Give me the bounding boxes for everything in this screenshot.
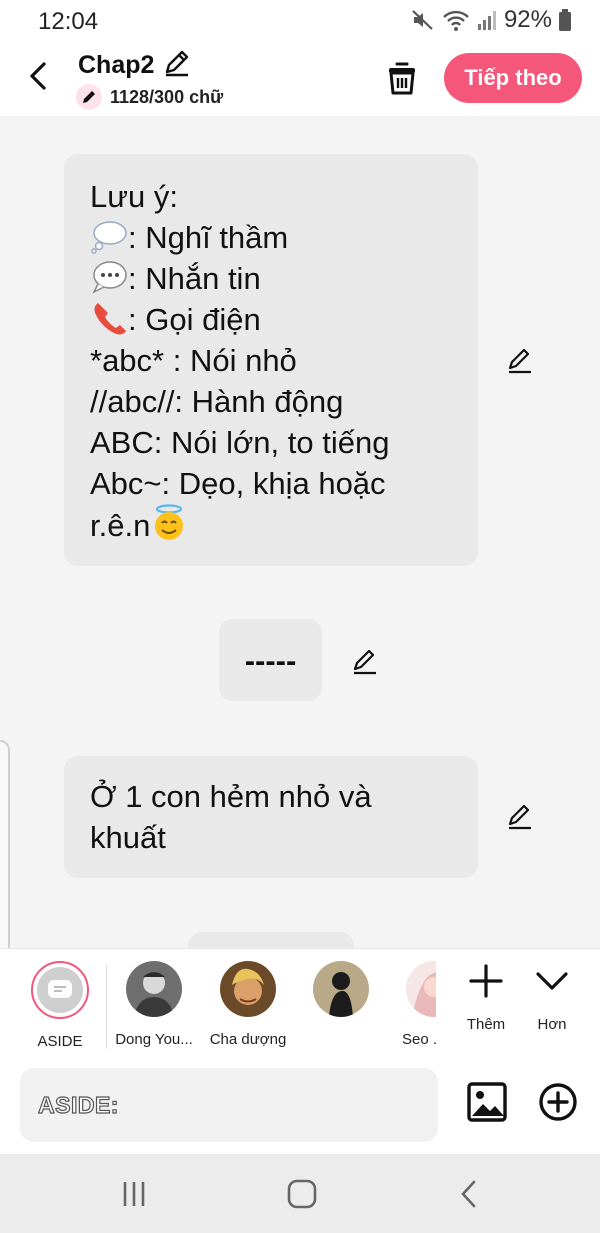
plus-icon	[469, 964, 503, 998]
battery-icon	[558, 8, 572, 32]
note-line-message-text: : Nhắn tin	[128, 261, 261, 296]
character-seo[interactable]: Seo .	[388, 961, 436, 1048]
more-label: Thêm	[466, 1016, 506, 1033]
pencil-icon[interactable]	[162, 48, 192, 83]
home-button[interactable]	[282, 1176, 322, 1212]
next-message-partial[interactable]	[188, 932, 354, 948]
divider-message[interactable]: -----	[219, 619, 322, 701]
note-line-loud: ABC: Nói lớn, to tiếng	[90, 425, 390, 460]
chapter-title: Chap2	[78, 51, 155, 79]
note-line-thought: : Nghĩ thầm	[90, 217, 452, 258]
note-line-thought-text: : Nghĩ thầm	[128, 220, 289, 255]
note-line-call-text: : Gọi điện	[128, 302, 261, 337]
edit-scene-button[interactable]	[505, 801, 535, 831]
character-bar: ASIDE Dong You... Cha dượng Seo . Thêm H…	[0, 948, 600, 1058]
back-arrow-icon	[461, 1180, 476, 1208]
wifi-icon	[442, 8, 470, 32]
character-silhouette[interactable]	[293, 961, 389, 1031]
word-count-text: 1128/300 chữ	[110, 86, 224, 107]
status-bar: 12:04 92%	[0, 0, 600, 42]
add-character-button[interactable]: Thêm	[456, 963, 516, 1033]
add-content-button[interactable]	[538, 1082, 578, 1122]
note-line-last-text: r.ê.n	[90, 508, 151, 543]
pencil-badge-icon	[76, 84, 102, 110]
thought-bubble-icon	[90, 218, 128, 254]
character-cha-duong[interactable]: Cha dượng	[200, 961, 296, 1048]
scene-message[interactable]: Ở 1 con hẻm nhỏ và khuất	[64, 756, 478, 878]
mute-icon	[410, 8, 436, 32]
image-icon	[467, 1082, 507, 1122]
avatar	[126, 961, 182, 1017]
chapter-title-area[interactable]: Chap2	[78, 48, 192, 83]
speech-bubble-icon	[90, 259, 128, 295]
edit-note-button[interactable]	[505, 345, 535, 375]
telephone-icon	[90, 300, 128, 336]
side-drawer-handle[interactable]	[0, 740, 10, 970]
chat-content[interactable]: Lưu ý: : Nghĩ thầm : Nhắn tin : Gọi điện…	[0, 116, 600, 948]
signal-icon	[476, 8, 498, 32]
note-line-call: : Gọi điện	[90, 299, 452, 340]
character-name: Dong You...	[115, 1031, 193, 1048]
status-icons: 92%	[410, 6, 572, 34]
pencil-icon	[508, 348, 531, 374]
plus-circle-icon	[539, 1083, 577, 1121]
note-message[interactable]: Lưu ý: : Nghĩ thầm : Nhắn tin : Gọi điện…	[64, 154, 478, 566]
collapse-button[interactable]: Hơn	[522, 963, 582, 1033]
note-line-message: : Nhắn tin	[90, 258, 452, 299]
home-icon	[287, 1179, 317, 1209]
system-nav-bar	[0, 1154, 600, 1233]
pencil-icon	[353, 649, 376, 675]
character-aside[interactable]: ASIDE	[12, 961, 108, 1050]
note-line-heading: Lưu ý:	[90, 179, 178, 214]
avatar	[406, 961, 436, 1017]
pencil-icon	[508, 804, 531, 830]
collapse-label: Hơn	[537, 1016, 567, 1033]
status-time: 12:04	[38, 8, 99, 35]
character-name: Seo .	[402, 1031, 436, 1048]
delete-button[interactable]	[384, 58, 420, 98]
word-count: 1128/300 chữ	[76, 84, 223, 110]
smiling-halo-face-icon	[150, 504, 188, 540]
message-icon	[48, 980, 72, 998]
editor-header: Chap2 1128/300 chữ Tiếp theo	[0, 42, 600, 116]
next-button[interactable]: Tiếp theo	[444, 53, 582, 103]
character-name: Cha dượng	[209, 1031, 287, 1048]
insert-image-button[interactable]	[466, 1080, 508, 1124]
note-line-last: r.ê.n	[90, 504, 452, 546]
system-back-button[interactable]	[450, 1176, 490, 1212]
chevron-left-icon	[30, 62, 46, 90]
note-line-tease: Abc~: Dẹo, khịa hoặc	[90, 466, 386, 501]
character-name: ASIDE	[37, 1033, 83, 1050]
chevron-down-icon	[536, 972, 568, 990]
aside-avatar	[31, 961, 89, 1019]
trash-icon	[389, 62, 415, 95]
recent-apps-icon	[123, 1182, 145, 1206]
avatar	[313, 961, 369, 1017]
note-line-whisper: *abc* : Nói nhỏ	[90, 343, 297, 378]
battery-percent: 92%	[503, 6, 552, 33]
recent-apps-button[interactable]	[114, 1176, 154, 1212]
composer-bar: ASIDE:	[0, 1058, 600, 1154]
back-button[interactable]	[22, 56, 56, 96]
note-line-action: //abc//: Hành động	[90, 384, 344, 419]
edit-divider-button[interactable]	[350, 646, 380, 676]
speaker-label: ASIDE:	[37, 1091, 119, 1118]
character-dong-you[interactable]: Dong You...	[106, 961, 202, 1048]
avatar	[220, 961, 276, 1017]
